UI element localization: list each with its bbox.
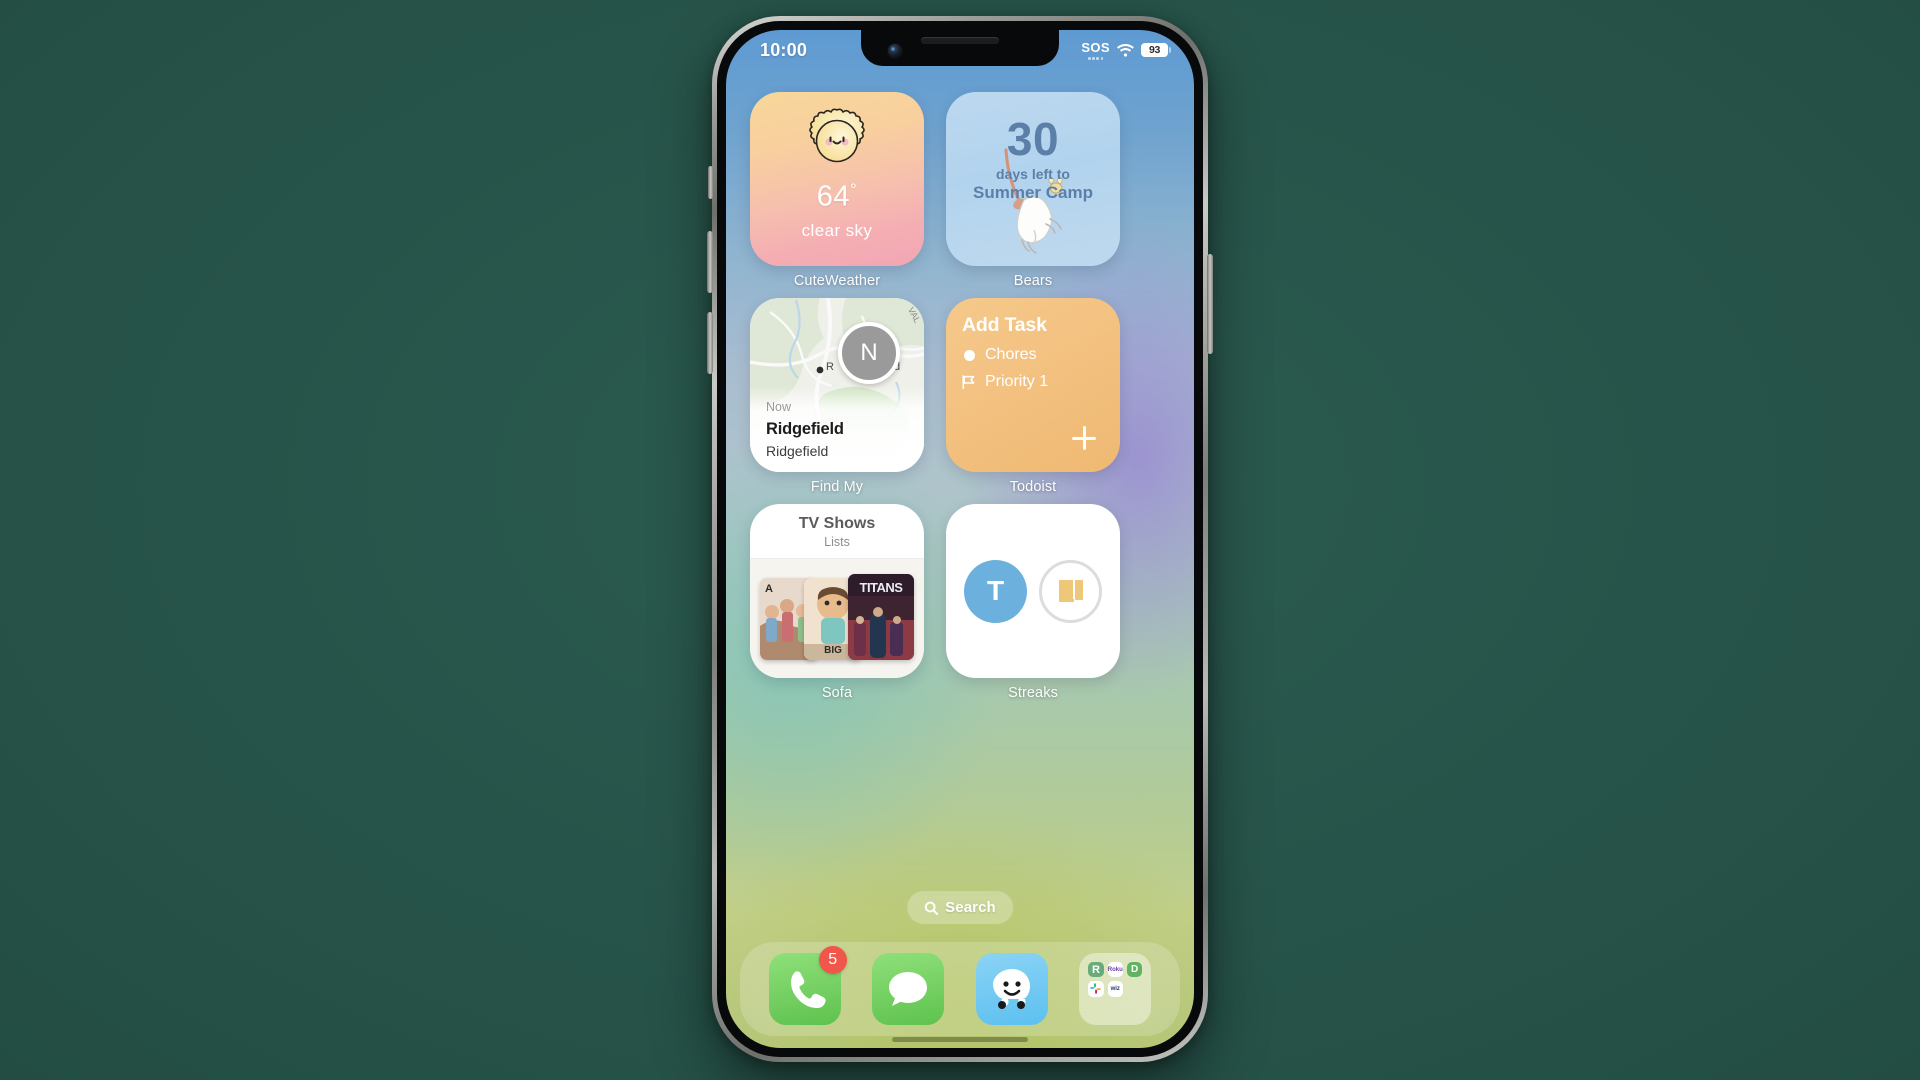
volume-up-button[interactable]	[707, 231, 713, 293]
phone-screen: 10:00 SOS 93 64° clear sky CuteWeather 3…	[726, 30, 1194, 1048]
status-clock: 10:00	[760, 39, 808, 60]
widget-row-3: TV Shows Lists A BIG TITANS Sofa T Strea…	[750, 504, 1170, 704]
findmy-time: Now	[766, 400, 792, 414]
folder-mini-3-label: D	[1130, 964, 1139, 976]
flag-icon	[962, 375, 975, 389]
volume-down-button[interactable]	[707, 312, 713, 374]
sos-label: SOS	[1081, 40, 1110, 56]
search-pill[interactable]: Search	[907, 891, 1013, 924]
widget-bears[interactable]: 30 days left to Summer Camp	[946, 92, 1120, 266]
dot-icon	[964, 349, 975, 361]
poster-stack: A BIG TITANS	[760, 573, 914, 660]
phone-bezel: 10:00 SOS 93 64° clear sky CuteWeather 3…	[717, 21, 1203, 1057]
sofa-header: TV Shows Lists	[750, 504, 924, 559]
widget-cell-cuteweather: 64° clear sky CuteWeather	[750, 92, 924, 292]
dock-app-messages[interactable]	[872, 953, 945, 1025]
findmy-place-sub: Ridgefield	[766, 443, 829, 459]
widget-label-streaks: Streaks	[1008, 685, 1058, 701]
earpiece-speaker	[921, 37, 999, 44]
home-indicator[interactable]	[892, 1037, 1028, 1042]
todoist-priority: Priority 1	[985, 373, 1049, 390]
todoist-project-row[interactable]: Chores	[962, 346, 1104, 364]
widget-cell-bears: 30 days left to Summer Camp Bears	[946, 92, 1120, 292]
waze-icon	[992, 969, 1030, 1009]
folder-mini-5-label: wiz	[1110, 985, 1120, 992]
sos-indicator: SOS	[1081, 40, 1110, 60]
todoist-title: Add Task	[962, 314, 1047, 336]
phone-device: 10:00 SOS 93 64° clear sky CuteWeather 3…	[707, 16, 1213, 1062]
book-icon	[1058, 580, 1083, 602]
map-pin-icon[interactable]: N	[838, 322, 900, 384]
bears-line2: Summer Camp	[973, 183, 1093, 202]
widget-streaks[interactable]: T	[946, 504, 1120, 678]
dock-app-folder[interactable]: R Roku D wiz	[1079, 953, 1152, 1025]
poster-3[interactable]: TITANS	[848, 573, 914, 660]
phone-icon	[790, 971, 826, 1008]
widget-cell-findmy: R d VAL N Now Ridgefield Ridgefield Find…	[750, 298, 924, 498]
weather-temperature: 64°	[816, 180, 858, 213]
widget-label-todoist: Todoist	[1009, 479, 1057, 495]
dock-app-phone[interactable]: 5	[768, 946, 847, 1025]
sofa-poster-area: A BIG TITANS	[750, 559, 924, 678]
widget-label-cuteweather: CuteWeather	[793, 273, 881, 289]
widget-cell-streaks: T Streaks	[946, 504, 1120, 704]
pin-initial: N	[860, 339, 878, 366]
map-label-left: R	[826, 361, 834, 373]
letter-t-icon[interactable]: T	[964, 559, 1027, 623]
slack-icon	[1090, 983, 1102, 995]
phone-badge: 5	[818, 946, 847, 974]
folder-mini-2-label: Roku	[1107, 966, 1123, 973]
widget-grid: 64° clear sky CuteWeather 30 days left t…	[726, 92, 1194, 704]
widget-label-bears: Bears	[1013, 273, 1053, 289]
folder-mini-app-3: D	[1126, 962, 1143, 978]
widget-find-my[interactable]: R d VAL N Now Ridgefield Ridgefield	[750, 298, 924, 472]
bears-count: 30	[1006, 113, 1060, 165]
search-icon	[924, 901, 939, 915]
folder-mini-app-4	[1088, 981, 1104, 997]
poster-3-title: TITANS	[859, 579, 903, 595]
cute-sun-icon	[802, 106, 872, 176]
folder-mini-1-label: R	[1091, 963, 1100, 976]
svg-text:A: A	[765, 583, 773, 595]
widget-row-2: R d VAL N Now Ridgefield Ridgefield Find…	[750, 298, 1170, 498]
wifi-icon	[1117, 43, 1134, 57]
search-label: Search	[945, 899, 996, 916]
streaks-habit-1-letter: T	[986, 575, 1005, 606]
notch	[861, 30, 1059, 66]
todoist-project: Chores	[985, 346, 1037, 363]
bears-line1: days left to	[996, 166, 1070, 182]
silent-switch[interactable]	[708, 166, 713, 199]
widget-sofa[interactable]: TV Shows Lists A BIG TITANS	[750, 504, 924, 678]
widget-cuteweather[interactable]: 64° clear sky	[750, 92, 924, 266]
streaks-habit-2[interactable]	[1039, 559, 1102, 623]
todoist-priority-row[interactable]: Priority 1	[962, 373, 1104, 391]
message-bubble-icon	[889, 972, 928, 1006]
weather-condition: clear sky	[801, 220, 873, 240]
cellular-dots	[1088, 57, 1104, 60]
power-button[interactable]	[1207, 254, 1213, 354]
desktop-background: 10:00 SOS 93 64° clear sky CuteWeather 3…	[0, 0, 1920, 1080]
findmy-place: Ridgefield	[766, 420, 844, 438]
status-indicators: SOS 93	[1081, 40, 1171, 60]
folder-mini-app-1: R	[1088, 962, 1104, 978]
battery-level: 93	[1148, 44, 1161, 56]
sofa-list-subtitle: Lists	[824, 535, 850, 549]
widget-cell-sofa: TV Shows Lists A BIG TITANS Sofa	[750, 504, 924, 704]
folder-mini-app-5: wiz	[1107, 981, 1123, 997]
widget-todoist[interactable]: Add Task Chores Priority 1	[946, 298, 1120, 472]
battery-indicator: 93	[1141, 43, 1171, 57]
dock-app-waze[interactable]	[975, 953, 1048, 1025]
plus-icon[interactable]	[1072, 426, 1096, 450]
widget-label-findmy: Find My	[810, 479, 864, 495]
dock: 5 R Roku D wiz	[740, 942, 1180, 1036]
widget-label-sofa: Sofa	[821, 685, 853, 701]
widget-row-1: 64° clear sky CuteWeather 30 days left t…	[750, 92, 1170, 292]
widget-cell-todoist: Add Task Chores Priority 1 Todoist	[946, 298, 1120, 498]
front-camera-icon	[888, 44, 902, 58]
folder-mini-app-2: Roku	[1107, 962, 1123, 978]
sofa-list-title: TV Shows	[798, 515, 876, 532]
